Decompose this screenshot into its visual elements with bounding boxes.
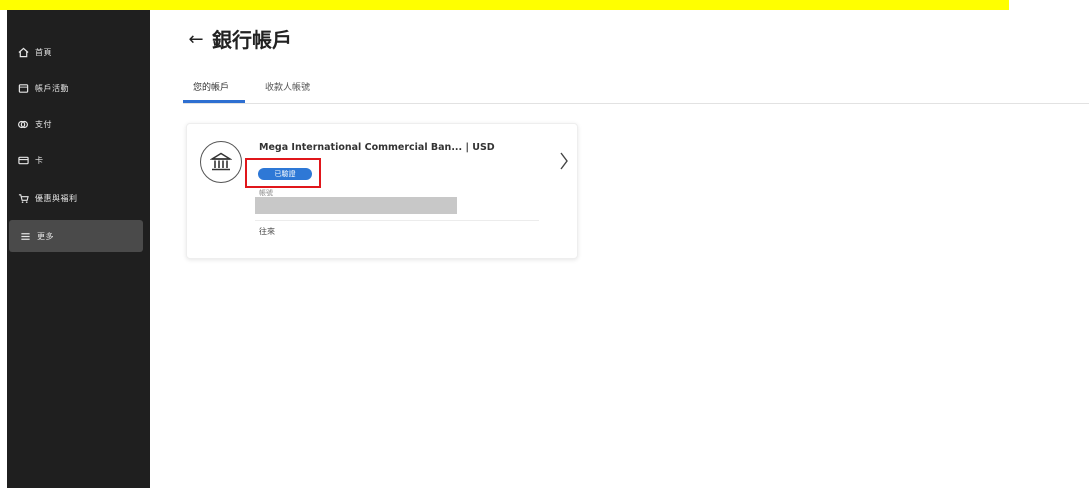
sidebar-item-offers[interactable]: 優惠與福利: [7, 184, 150, 212]
sidebar-item-home[interactable]: 首頁: [7, 38, 150, 66]
yellow-banner: [0, 0, 1009, 10]
tab-your-accounts[interactable]: 您的帳戶: [193, 80, 229, 93]
bank-icon: [200, 141, 242, 183]
back-button[interactable]: ←: [186, 28, 206, 50]
tab-payee-accounts[interactable]: 收款人帳號: [265, 80, 310, 93]
sidebar-item-more[interactable]: 更多: [9, 220, 143, 252]
sidebar-item-label: 更多: [37, 231, 54, 241]
sidebar-item-label: 卡: [35, 155, 44, 165]
home-icon: [17, 46, 29, 58]
menu-icon: [19, 230, 31, 242]
sidebar: 首頁 帳戶活動 支付 卡 優惠與福利 更多: [7, 0, 150, 488]
sidebar-item-payment[interactable]: 支付: [7, 110, 150, 138]
activity-icon: [17, 82, 29, 94]
chevron-right-icon[interactable]: [557, 150, 571, 172]
tab-divider: [183, 103, 1089, 104]
sidebar-item-label: 支付: [35, 119, 52, 129]
sidebar-item-card[interactable]: 卡: [7, 146, 150, 174]
card-divider: [255, 220, 539, 221]
sidebar-item-label: 帳戶活動: [35, 83, 69, 93]
bank-name: Mega International Commercial Ban... | U…: [259, 142, 495, 153]
sidebar-item-label: 優惠與福利: [35, 193, 78, 203]
sidebar-item-activity[interactable]: 帳戶活動: [7, 74, 150, 102]
payment-icon: [17, 118, 29, 130]
sidebar-item-label: 首頁: [35, 47, 52, 57]
left-margin: [0, 0, 7, 488]
page: 首頁 帳戶活動 支付 卡 優惠與福利 更多 ← 銀行帳戶 您的帳戶 收款人帳號 …: [0, 0, 1089, 488]
bank-account-card[interactable]: Mega International Commercial Ban... | U…: [186, 123, 578, 259]
card-icon: [17, 154, 29, 166]
offers-icon: [17, 192, 29, 204]
account-number-masked: [255, 197, 457, 214]
account-type: 往來: [259, 227, 275, 236]
page-title: 銀行帳戶: [212, 28, 292, 52]
highlight-box: [245, 158, 321, 188]
